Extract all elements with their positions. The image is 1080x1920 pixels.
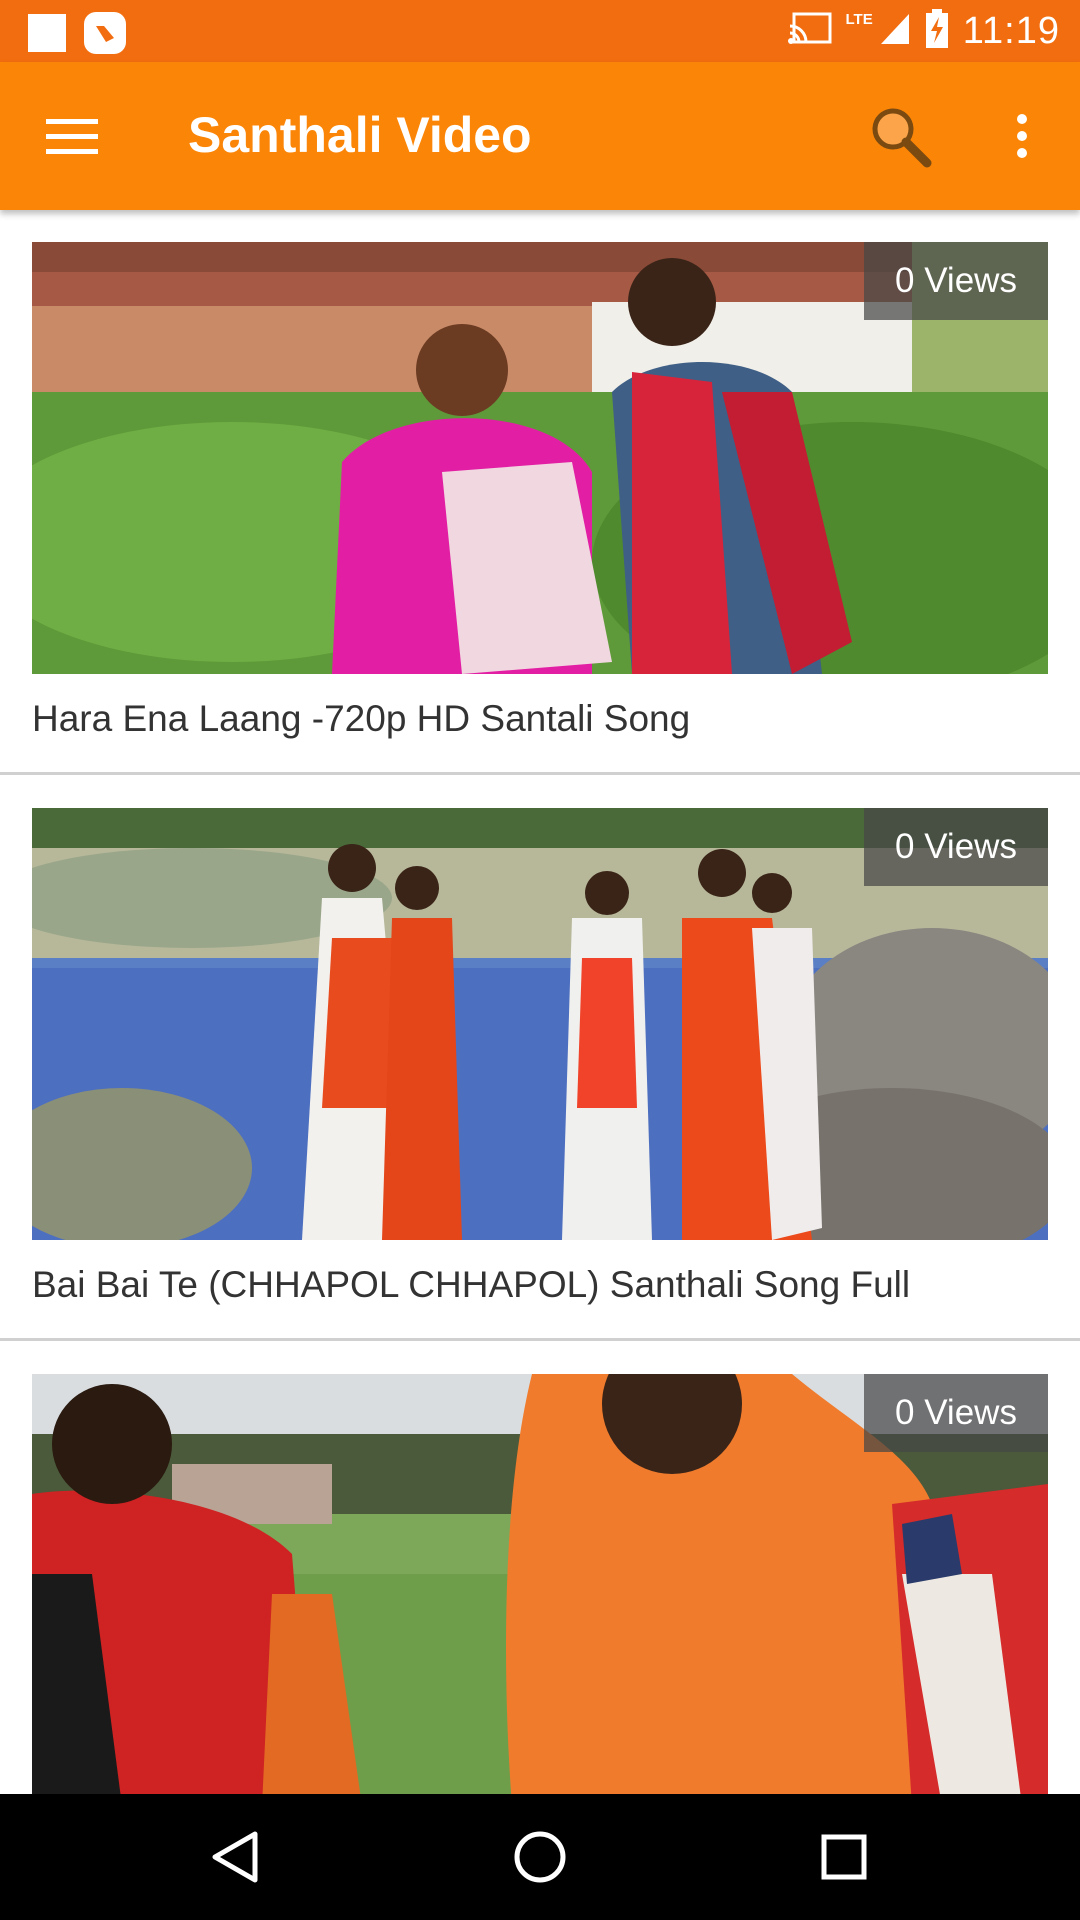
video-title[interactable]: Hara Ena Laang -720p HD Santali Song <box>32 698 690 740</box>
video-thumbnail[interactable]: 0 Views <box>32 1374 1048 1794</box>
views-badge: 0 Views <box>864 808 1048 886</box>
home-icon <box>514 1831 566 1883</box>
menu-icon <box>46 119 98 154</box>
divider <box>0 772 1080 775</box>
cast-icon <box>787 12 832 51</box>
recents-button[interactable] <box>804 1817 884 1897</box>
video-thumbnail[interactable]: 0 Views <box>32 808 1048 1240</box>
more-options-button[interactable] <box>996 98 1048 174</box>
app-notification-icon <box>84 12 126 54</box>
recents-icon <box>821 1834 867 1880</box>
app-title: Santhali Video <box>188 107 532 163</box>
signal-icon <box>879 12 911 51</box>
notification-square-icon <box>28 14 66 52</box>
home-button[interactable] <box>500 1817 580 1897</box>
more-vert-icon <box>1017 114 1027 158</box>
video-title[interactable]: Bai Bai Te (CHHAPOL CHHAPOL) Santhali So… <box>32 1264 910 1306</box>
back-button[interactable] <box>196 1817 276 1897</box>
search-button[interactable] <box>862 98 938 174</box>
status-bar: LTE 11:19 <box>0 0 1080 62</box>
views-badge: 0 Views <box>864 242 1048 320</box>
video-thumbnail[interactable]: 0 Views <box>32 242 1048 674</box>
video-feed[interactable]: 0 Views Hara Ena Laang -720p HD Santali … <box>0 210 1080 1794</box>
divider <box>0 1338 1080 1341</box>
menu-button[interactable] <box>36 100 108 172</box>
network-type: LTE <box>845 10 873 28</box>
app-bar: Santhali Video <box>0 62 1080 210</box>
clock: 11:19 <box>962 9 1060 52</box>
search-icon <box>872 108 932 168</box>
views-badge: 0 Views <box>864 1374 1048 1452</box>
navigation-bar <box>0 1794 1080 1920</box>
battery-charging-icon <box>925 8 949 54</box>
back-icon <box>212 1831 258 1883</box>
